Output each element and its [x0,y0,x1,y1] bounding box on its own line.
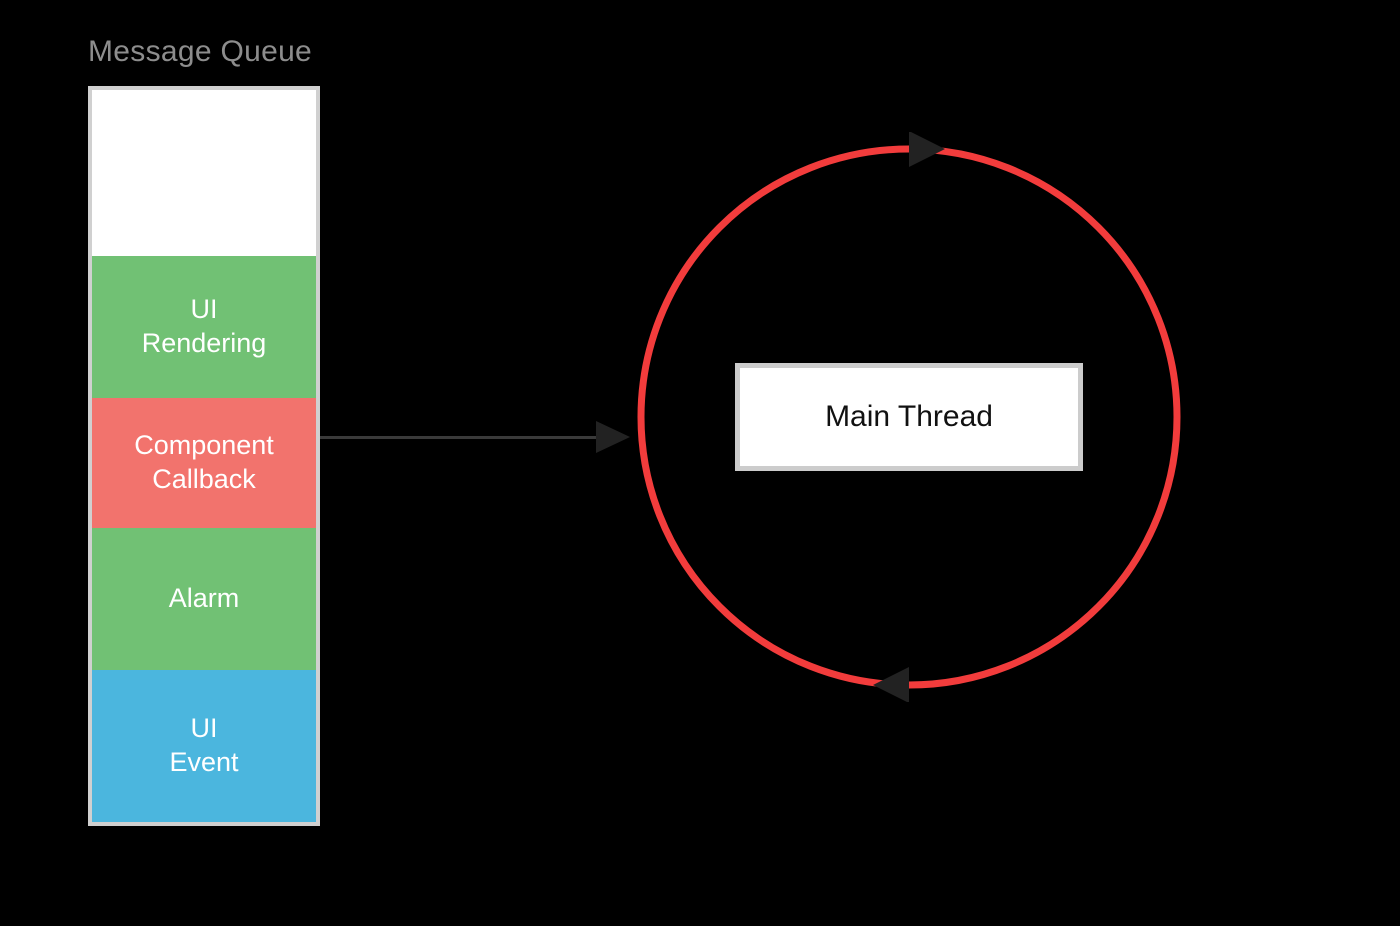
event-loop: Main Thread [624,132,1194,702]
queue-title: Message Queue [88,35,312,69]
queue-item-ui-event: UIEvent [92,670,316,822]
queue-item-label: Alarm [169,582,240,616]
queue-item-label: ComponentCallback [134,429,274,497]
queue-item-label: UIRendering [142,293,267,361]
queue-item-alarm: Alarm [92,528,316,670]
queue-item-component-callback: ComponentCallback [92,398,316,528]
queue-item-label: UIEvent [169,712,238,780]
main-thread-box: Main Thread [735,363,1083,471]
dispatch-arrow [320,436,600,439]
queue-item-ui-rendering: UIRendering [92,256,316,398]
main-thread-label: Main Thread [825,400,993,434]
message-queue: UIRendering ComponentCallback Alarm UIEv… [88,86,320,826]
